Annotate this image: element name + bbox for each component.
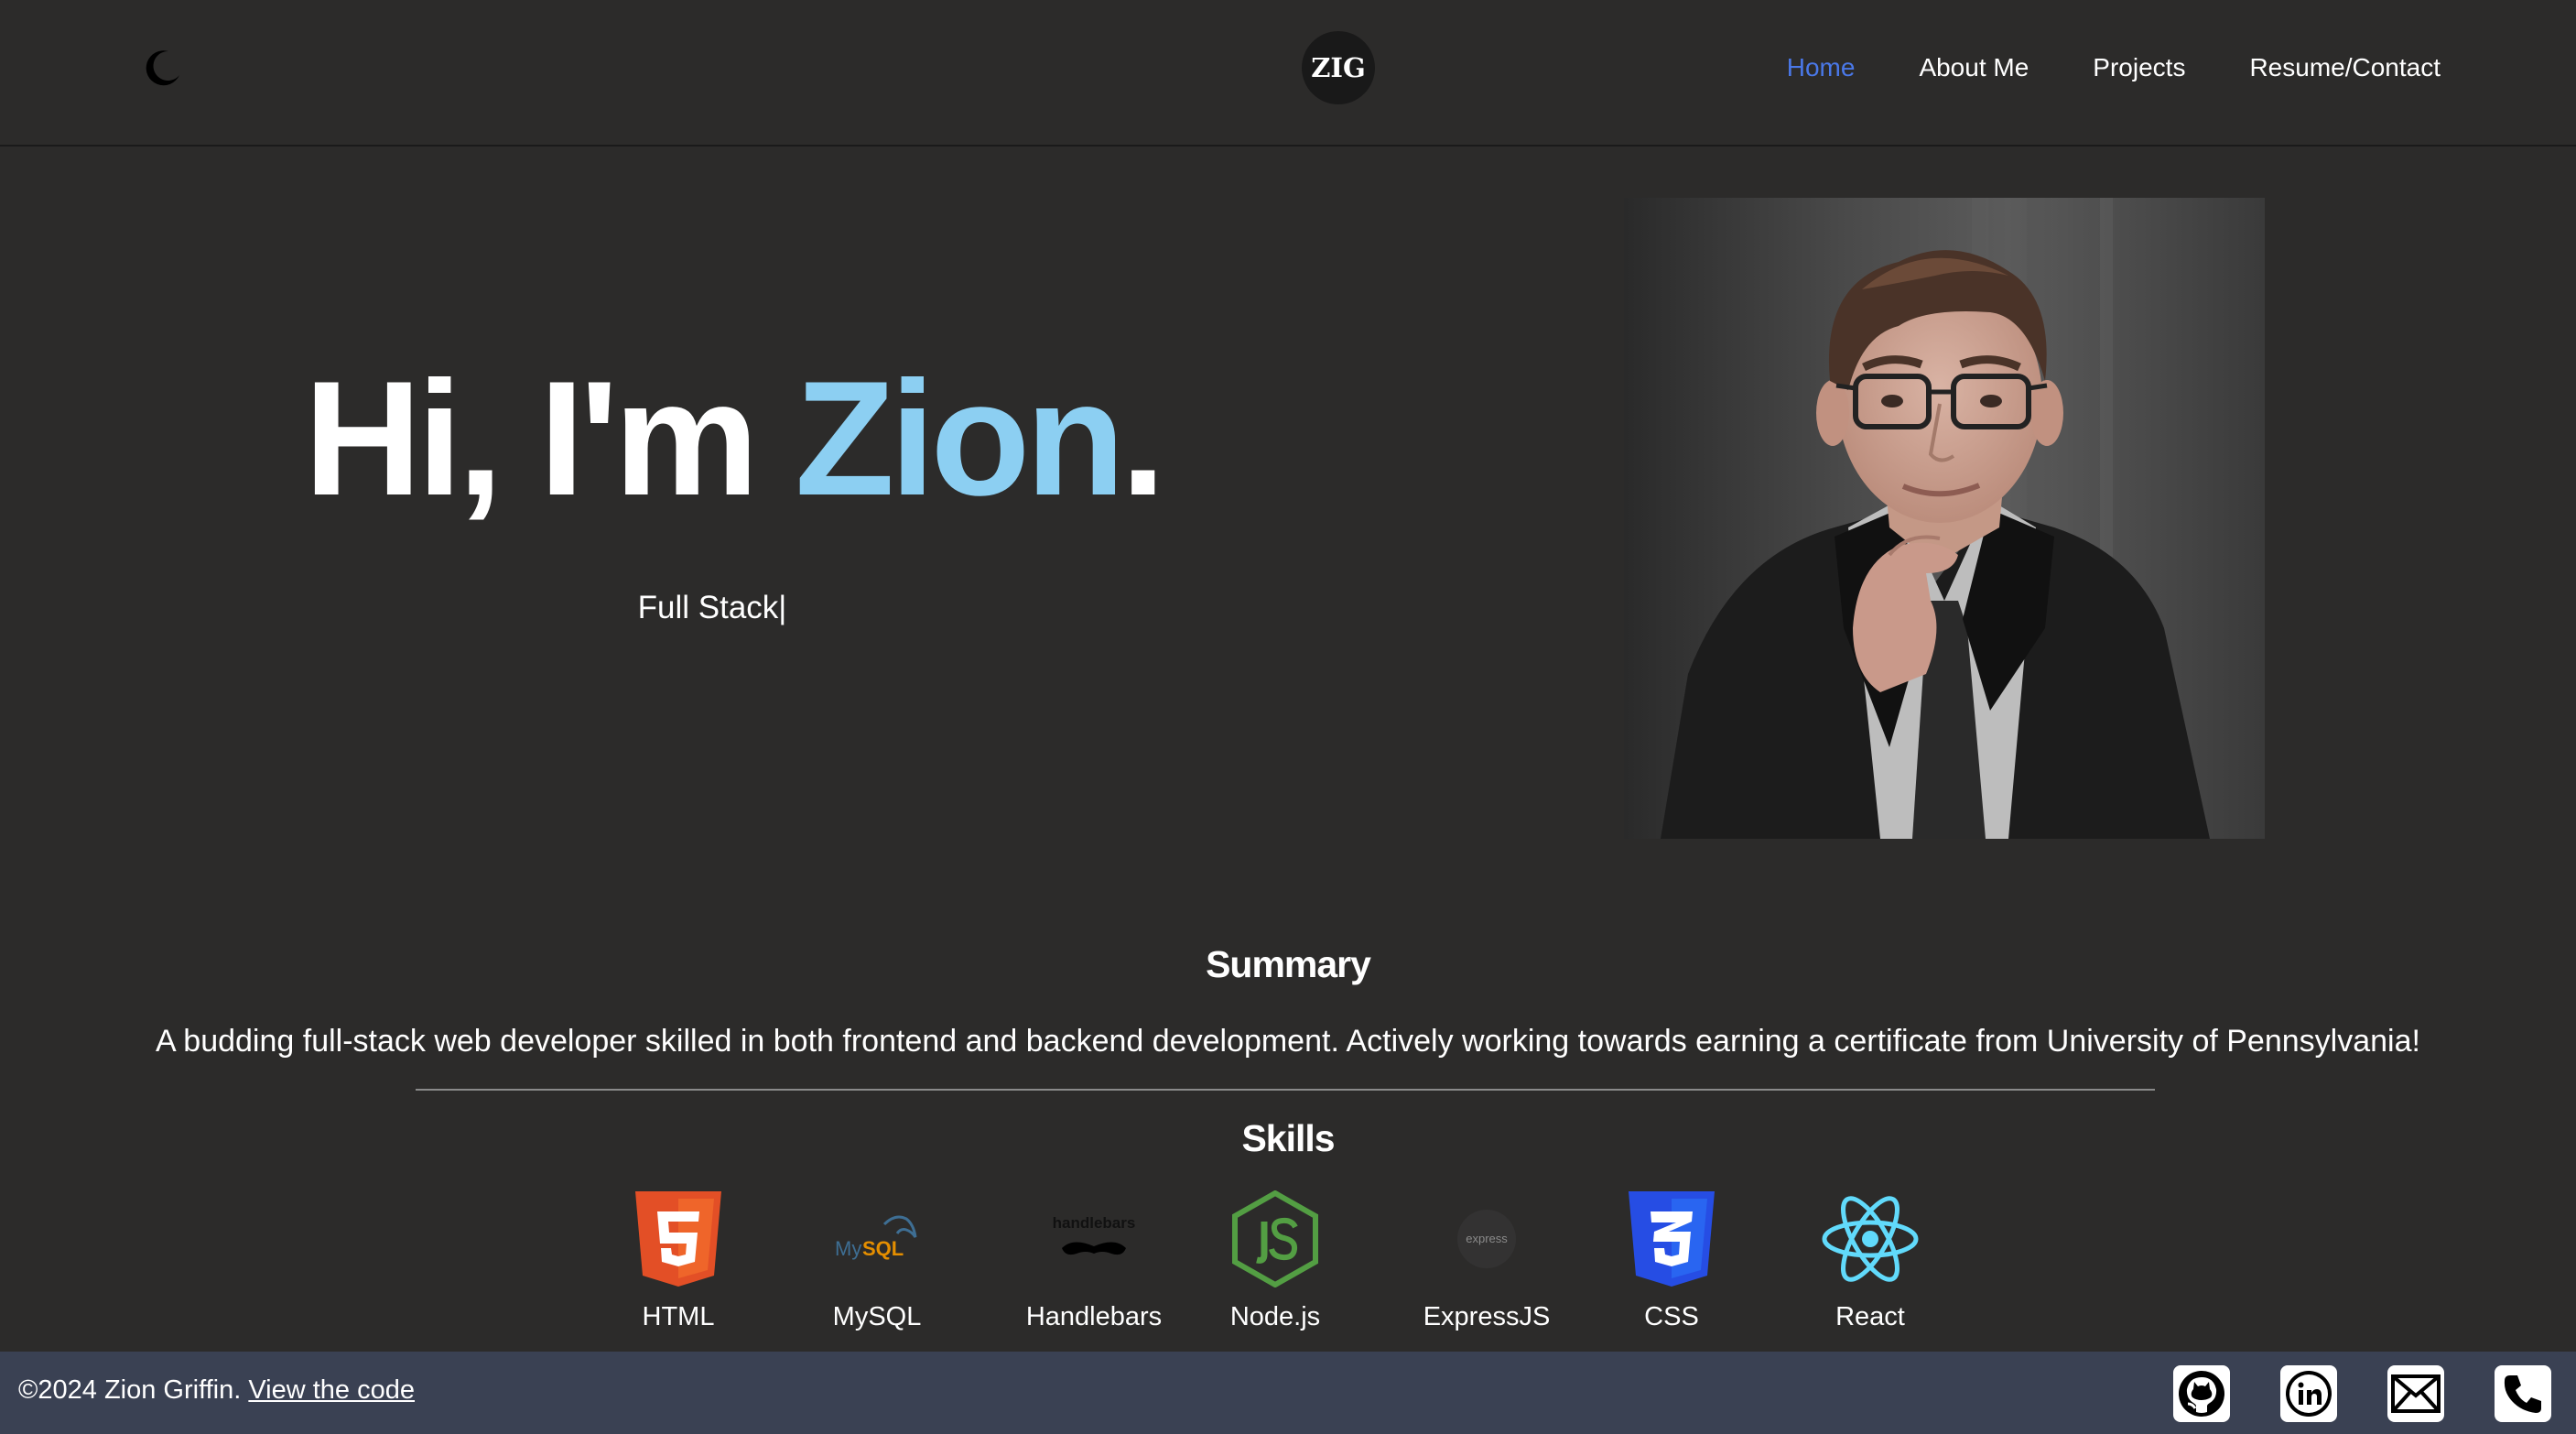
svg-text:SQL: SQL (862, 1237, 904, 1260)
skill-mysql: My SQL MySQL (785, 1189, 969, 1332)
moon-icon[interactable] (143, 48, 183, 88)
nav-projects[interactable]: Projects (2093, 53, 2185, 82)
nodejs-icon (1225, 1189, 1326, 1289)
linkedin-icon[interactable] (2280, 1365, 2337, 1422)
hero-punctuation: . (1120, 347, 1166, 529)
section-divider (416, 1089, 2155, 1091)
phone-icon[interactable] (2495, 1365, 2551, 1422)
copyright: ©2024 Zion Griffin. View the code (18, 1375, 415, 1406)
skill-react: React (1779, 1189, 1962, 1332)
nav-about-me[interactable]: About Me (1919, 53, 2029, 82)
skill-nodejs: Node.js (1184, 1189, 1367, 1332)
hero-heading: Hi, I'm Zion. (304, 357, 1166, 520)
typed-role-text: Full Stack (637, 590, 779, 625)
skill-label: ExpressJS (1423, 1302, 1551, 1331)
view-code-link[interactable]: View the code (248, 1375, 415, 1405)
skill-css: CSS (1580, 1189, 1763, 1332)
skill-label: React (1835, 1302, 1905, 1331)
skill-label: CSS (1644, 1302, 1699, 1331)
nav-home[interactable]: Home (1787, 53, 1856, 82)
handlebars-icon: handlebars (1044, 1189, 1144, 1289)
site-footer: ©2024 Zion Griffin. View the code (0, 1352, 2576, 1434)
summary-text: A budding full-stack web developer skill… (156, 1024, 2420, 1059)
svg-text:express: express (1466, 1232, 1508, 1245)
mysql-icon: My SQL (827, 1189, 927, 1289)
svg-text:My: My (835, 1237, 861, 1260)
typed-role: Full Stack| (0, 590, 1424, 626)
express-icon: express (1436, 1189, 1537, 1289)
skill-label: HTML (642, 1302, 715, 1331)
site-logo[interactable]: ZIG (1302, 31, 1375, 104)
css3-icon (1621, 1189, 1722, 1289)
skill-handlebars: handlebars Handlebars (1002, 1189, 1185, 1332)
profile-photo (1624, 198, 2265, 839)
skill-html: HTML (587, 1189, 770, 1332)
email-icon[interactable] (2387, 1365, 2444, 1422)
main-nav: Home About Me Projects Resume/Contact (1787, 0, 2441, 136)
page: ZIG Home About Me Projects Resume/Contac… (0, 0, 2576, 1434)
site-header: ZIG Home About Me Projects Resume/Contac… (0, 0, 2576, 147)
github-icon[interactable] (2173, 1365, 2230, 1422)
copyright-text: ©2024 Zion Griffin. (18, 1375, 242, 1405)
skill-expressjs: express ExpressJS (1395, 1189, 1578, 1332)
skills-heading: Skills (1241, 1117, 1335, 1159)
skill-label: MySQL (832, 1302, 922, 1331)
hero-greeting: Hi, I'm (304, 347, 796, 529)
react-icon (1820, 1189, 1921, 1289)
html5-icon (628, 1189, 729, 1289)
nav-resume-contact[interactable]: Resume/Contact (2249, 53, 2441, 82)
skill-label: Handlebars (1025, 1302, 1163, 1331)
skill-label: Node.js (1229, 1302, 1321, 1331)
hero-name: Zion (795, 347, 1125, 529)
typing-cursor: | (778, 590, 787, 625)
svg-text:handlebars: handlebars (1053, 1214, 1136, 1232)
summary-heading: Summary (1206, 943, 1371, 985)
